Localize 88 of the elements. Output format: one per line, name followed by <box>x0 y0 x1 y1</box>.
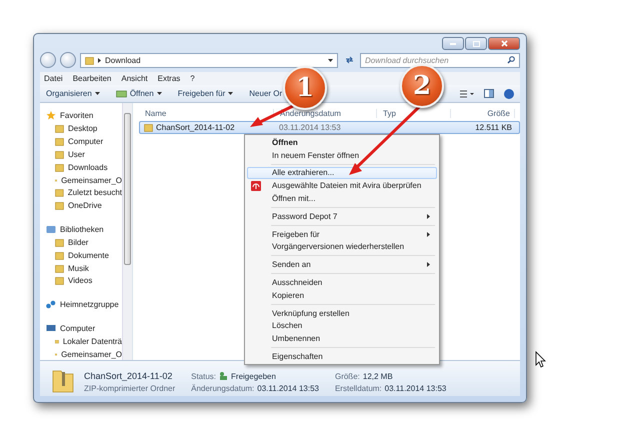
menu-item[interactable]: Kopieren <box>247 288 437 302</box>
menu-item[interactable]: Extras <box>158 74 180 83</box>
menu-item[interactable]: Verknüpfung erstellen <box>247 306 437 320</box>
sidebar-item[interactable]: Videos <box>68 276 92 286</box>
menu-item[interactable]: Öffnen mit... <box>247 192 437 205</box>
size-value: 12,2 MB <box>362 372 393 380</box>
menu-item[interactable]: Vorgängerversionen wiederherstellen <box>247 240 437 254</box>
status-value: Freigegeben <box>231 372 276 380</box>
detail-name: ChanSort_2014-11-02 <box>84 371 174 381</box>
preview-pane-icon[interactable] <box>484 89 494 98</box>
menu-item[interactable]: Datei <box>44 74 63 83</box>
column-header[interactable]: Typ <box>377 108 451 118</box>
minimize-icon <box>450 42 456 44</box>
sidebar-item[interactable]: Computer <box>68 137 104 146</box>
chevron-icon <box>98 58 101 62</box>
menu-item[interactable]: Senden an <box>247 258 437 272</box>
toolbar-button[interactable]: Öffnen <box>116 89 162 98</box>
sidebar-item[interactable]: Gemeinsamer_O <box>61 350 122 359</box>
menu-item[interactable]: Löschen <box>247 320 437 332</box>
submenu-arrow-icon <box>427 232 430 237</box>
menu-item[interactable]: Freigeben für <box>247 228 437 241</box>
caret-icon <box>328 58 333 62</box>
menu-item[interactable]: Ausschneiden <box>247 276 437 289</box>
refresh-icon <box>344 56 354 64</box>
sidebar-heading[interactable]: Bibliotheken <box>60 225 104 234</box>
network-icon <box>46 300 56 310</box>
menu-item[interactable]: Ansicht <box>121 74 148 83</box>
menu-item[interactable]: Password Depot 7 <box>247 210 437 223</box>
sidebar-item[interactable]: Dokumente <box>68 250 109 260</box>
column-header[interactable]: Größe <box>451 108 515 118</box>
breadcrumb[interactable]: Download <box>105 56 141 64</box>
detail-type: ZIP-komprimierter Ordner <box>84 384 176 393</box>
scrollbar[interactable] <box>122 103 132 360</box>
created-value: 03.11.2014 13:53 <box>384 384 446 393</box>
menu-item[interactable]: Öffnen <box>247 136 437 149</box>
file-size: 12.511 KB <box>475 123 512 132</box>
sidebar-item[interactable]: Gemeinsamer_O <box>61 176 122 185</box>
sidebar-heading[interactable]: Computer <box>60 324 96 333</box>
sidebar-item[interactable]: Musik <box>68 264 89 273</box>
caret-icon <box>228 92 234 96</box>
view-icon[interactable] <box>460 90 474 98</box>
sidebar-item[interactable]: User <box>68 150 85 159</box>
modified-value: 03.11.2014 13:53 <box>257 384 319 393</box>
menu-item[interactable]: Alle extrahieren... <box>247 166 437 180</box>
file-name: ChanSort_2014-11-02 <box>156 123 235 132</box>
search-field[interactable]: Download durchsuchen <box>360 52 520 68</box>
size-label: Größe: <box>334 372 360 380</box>
sidebar-item[interactable]: Downloads <box>68 162 108 172</box>
maximize-icon <box>472 40 480 46</box>
created-label: Erstelldatum: <box>334 384 382 393</box>
file-row[interactable]: ChanSort_2014-11-02 03.11.2014 13:53 12.511 KB <box>139 121 520 134</box>
sidebar-heading[interactable]: Heimnetzgruppe <box>60 300 119 310</box>
menu-item[interactable]: Eigenschaften <box>247 350 437 363</box>
star-icon <box>46 111 56 120</box>
toolbar-button[interactable]: Neuer Or <box>249 89 282 98</box>
folder-icon <box>85 56 94 64</box>
toolbar-button[interactable]: Freigeben für <box>178 89 234 98</box>
file-date: 03.11.2014 13:53 <box>279 123 341 132</box>
sidebar-item[interactable]: Bilder <box>68 238 88 247</box>
sidebar-heading[interactable]: Favoriten <box>60 111 94 120</box>
umbrella-icon <box>251 180 261 191</box>
forward-button[interactable] <box>60 52 76 68</box>
caret-icon <box>156 92 162 96</box>
submenu-arrow-icon <box>427 262 430 268</box>
sidebar-item[interactable]: Lokaler Datenträ <box>62 336 122 346</box>
toolbar-button[interactable]: Organisieren <box>46 89 100 98</box>
zip-folder-icon <box>144 123 153 132</box>
sidebar-item[interactable]: Desktop <box>68 124 98 134</box>
address-field[interactable]: Download <box>80 52 338 68</box>
minimize-button[interactable] <box>442 37 464 50</box>
modified-label: Änderungsdatum: <box>191 384 254 393</box>
status-label: Status: <box>191 372 216 380</box>
close-button[interactable] <box>488 37 520 50</box>
menu-item[interactable]: Ausgewählte Dateien mit Avira überprüfen <box>247 179 437 192</box>
close-icon <box>500 40 508 47</box>
caret-icon <box>94 92 100 96</box>
submenu-arrow-icon <box>427 214 430 219</box>
people-icon <box>219 372 228 380</box>
maximize-button[interactable] <box>465 37 487 50</box>
menu-item[interactable]: ? <box>190 74 195 83</box>
menu-item[interactable]: In neuem Fenster öffnen <box>247 148 437 162</box>
back-button[interactable] <box>40 52 56 68</box>
menu-item[interactable]: Bearbeiten <box>72 74 112 83</box>
sidebar-item[interactable]: Zuletzt besucht <box>68 188 122 198</box>
menu-item[interactable]: Umbenennen <box>247 332 437 346</box>
search-icon <box>507 56 515 64</box>
sidebar-item[interactable]: OneDrive <box>68 201 102 210</box>
mouse-cursor <box>536 351 546 368</box>
